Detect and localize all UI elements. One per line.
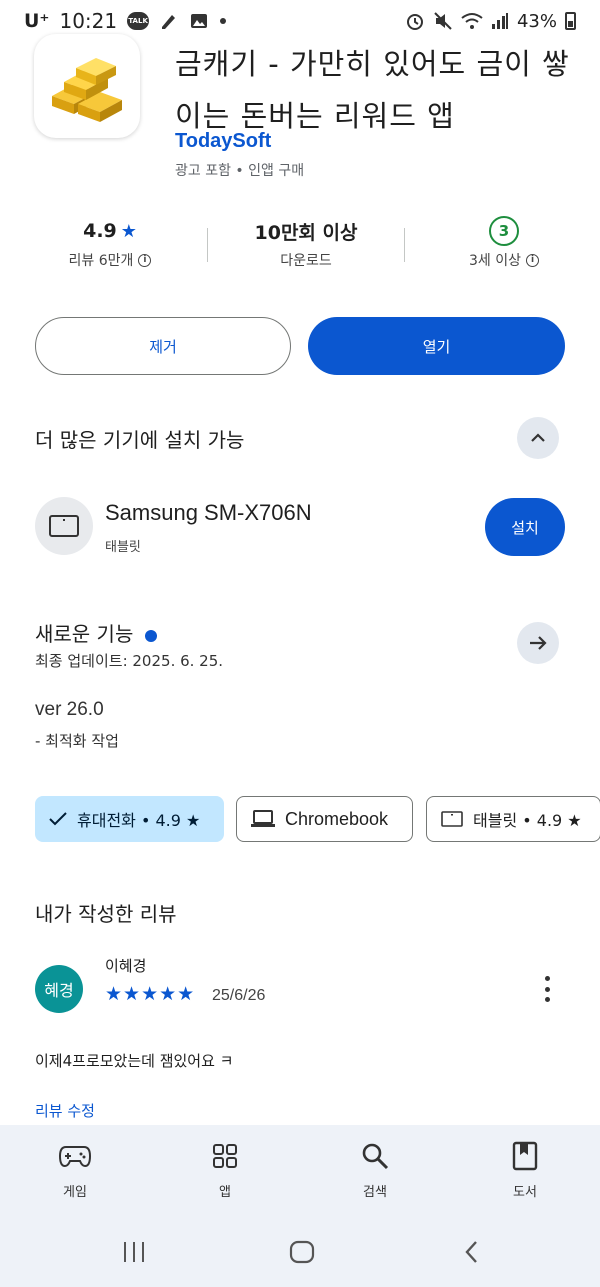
bottom-navigation: 게임 앱 검색 도서	[0, 1125, 600, 1217]
whats-new-label: 새로운 기능	[35, 622, 134, 646]
whats-new-title: 새로운 기능	[35, 618, 158, 647]
kakaotalk-icon: TALK	[127, 12, 150, 30]
chip-tablet[interactable]: 태블릿 • 4.9 ★	[426, 796, 600, 842]
back-icon	[465, 1241, 477, 1263]
gold-bars-icon	[52, 58, 122, 122]
image-notification-icon	[189, 11, 209, 31]
downloads-label: 다운로드	[280, 253, 332, 269]
home-button[interactable]	[282, 1237, 322, 1267]
mute-icon	[433, 11, 453, 31]
nav-search[interactable]: 검색	[320, 1139, 430, 1200]
battery-icon	[565, 12, 576, 30]
app-icon	[34, 34, 140, 138]
chip-chromebook[interactable]: Chromebook	[236, 796, 413, 842]
chip-chromebook-label: Chromebook	[285, 808, 389, 829]
age-rating-badge: 3	[489, 216, 519, 246]
arrow-right-icon	[530, 636, 547, 650]
more-devices-title: 더 많은 기기에 설치 가능	[35, 428, 245, 452]
app-stats: 4.9 ★ 리뷰 6만개 i 10만회 이상 다운로드 3 3세 이상 i	[0, 214, 600, 284]
more-notifications-dot-icon	[219, 17, 227, 25]
downloads-stat: 10만회 이상 다운로드	[226, 214, 386, 270]
reviewer-name: 이혜경	[105, 957, 147, 975]
nav-books-label: 도서	[513, 1185, 537, 1200]
open-button[interactable]: 열기	[308, 317, 565, 375]
info-icon: i	[138, 253, 152, 267]
check-icon	[49, 812, 67, 826]
nav-apps-label: 앱	[219, 1185, 231, 1200]
chip-tablet-label: 태블릿 • 4.9 ★	[473, 811, 582, 830]
stats-divider	[207, 228, 208, 262]
install-button[interactable]: 설치	[485, 498, 565, 556]
laptop-icon	[251, 810, 275, 827]
age-rating-label: 3세 이상	[469, 253, 521, 269]
developer-link[interactable]: TodaySoft	[175, 130, 271, 153]
last-updated: 최종 업데이트: 2025. 6. 25.	[35, 652, 224, 670]
nav-games[interactable]: 게임	[20, 1139, 130, 1200]
chip-phone[interactable]: 휴대전화 • 4.9 ★	[35, 796, 224, 842]
carrier-label: U⁺	[24, 10, 50, 32]
app-title: 금캐기 - 가만히 있어도 금이 쌓이는 돈버는 리워드 앱	[175, 47, 570, 133]
recents-button[interactable]	[114, 1237, 154, 1267]
rating-stat[interactable]: 4.9 ★ 리뷰 6만개 i	[30, 214, 190, 270]
alarm-icon	[405, 11, 425, 31]
system-navigation-bar	[0, 1217, 600, 1287]
more-options-icon[interactable]	[536, 974, 558, 1004]
clock: 10:21	[59, 9, 118, 33]
version-text: ver 26.0	[35, 699, 104, 720]
tablet-avatar	[35, 497, 93, 555]
rating-count-label: 리뷰 6만개	[68, 253, 134, 269]
version-note: - 최적화 작업	[35, 732, 119, 750]
whats-new-arrow-button[interactable]	[517, 622, 559, 664]
my-review-title: 내가 작성한 리뷰	[35, 902, 177, 926]
review-text: 이제4프로모았는데 잼있어요 ㅋ	[35, 1052, 234, 1070]
uninstall-button[interactable]: 제거	[35, 317, 291, 375]
new-indicator-dot	[145, 629, 158, 642]
nav-apps[interactable]: 앱	[170, 1139, 280, 1200]
star-icon: ★	[120, 220, 137, 242]
tablet-icon	[49, 515, 79, 537]
recents-icon	[124, 1242, 144, 1262]
nav-books[interactable]: 도서	[470, 1139, 580, 1200]
apps-grid-icon	[213, 1144, 237, 1168]
search-icon	[362, 1143, 389, 1170]
nav-search-label: 검색	[363, 1185, 387, 1200]
device-name: Samsung SM-X706N	[105, 500, 312, 525]
back-button[interactable]	[452, 1237, 492, 1267]
info-icon: i	[526, 253, 539, 267]
tablet-icon	[441, 811, 463, 827]
nav-games-label: 게임	[63, 1185, 87, 1200]
gamepad-icon	[59, 1146, 91, 1168]
chevron-up-icon	[531, 433, 545, 442]
battery-percent: 43%	[516, 10, 557, 32]
chip-phone-label: 휴대전화 • 4.9 ★	[77, 811, 201, 830]
stats-divider	[404, 228, 405, 262]
book-icon	[512, 1141, 538, 1171]
avatar: 혜경	[35, 965, 83, 1013]
age-rating-stat[interactable]: 3 3세 이상 i	[424, 214, 584, 270]
collapse-button[interactable]	[517, 417, 559, 459]
home-icon	[289, 1240, 315, 1264]
downloads-value: 10만회 이상	[254, 221, 358, 244]
review-date: 25/6/26	[212, 987, 266, 1004]
review-stars: ★★★★★	[105, 983, 196, 1005]
edit-notification-icon	[159, 11, 179, 31]
ads-inapp-note: 광고 포함 • 인앱 구매	[175, 163, 305, 179]
signal-icon	[491, 12, 509, 30]
rating-value: 4.9	[83, 220, 117, 242]
device-type: 태블릿	[105, 540, 141, 555]
edit-review-link[interactable]: 리뷰 수정	[35, 1100, 95, 1121]
wifi-icon	[461, 12, 483, 30]
